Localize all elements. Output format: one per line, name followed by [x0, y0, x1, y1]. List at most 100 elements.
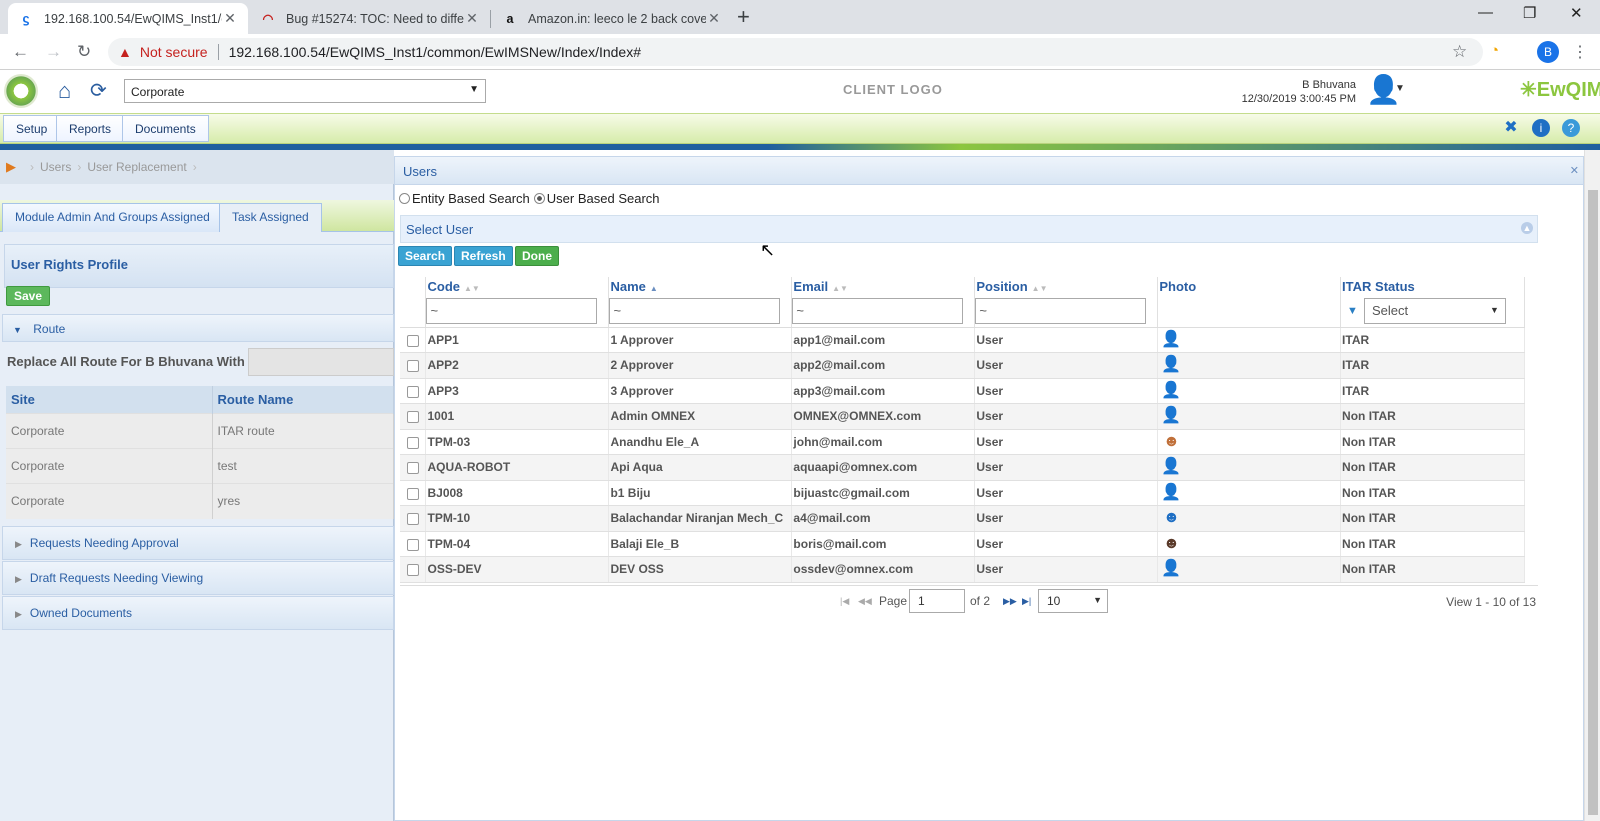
- owned-documents-accordion[interactable]: ▶ Owned Documents: [2, 596, 394, 630]
- url-omnibox[interactable]: ▲ Not secure 192.168.100.54/EwQIMS_Inst1…: [108, 38, 1483, 66]
- close-tab-icon[interactable]: ✕: [706, 10, 722, 27]
- entity-select[interactable]: Corporate ▼: [124, 79, 486, 103]
- row-checkbox[interactable]: [407, 538, 419, 551]
- column-code[interactable]: Code ▲▼: [425, 277, 610, 295]
- email-filter-input[interactable]: [792, 297, 964, 324]
- default-avatar-icon: 👤: [1161, 560, 1182, 578]
- dropdown-arrow-icon: ▼: [1490, 304, 1499, 315]
- table-row[interactable]: APP3 3 Approver app3@mail.com User 👤 ITAR: [400, 378, 1525, 404]
- requests-needing-approval-accordion[interactable]: ▶ Requests Needing Approval: [2, 526, 394, 560]
- help-icon[interactable]: ?: [1562, 119, 1580, 137]
- bookmark-star-icon[interactable]: ☆: [1452, 42, 1467, 62]
- refresh-icon[interactable]: ⟳: [90, 78, 107, 103]
- row-checkbox[interactable]: [407, 487, 419, 500]
- scrollbar-thumb[interactable]: [1588, 190, 1598, 815]
- breadcrumb-home-icon[interactable]: ▶: [6, 159, 16, 175]
- tab-task-assigned[interactable]: Task Assigned: [219, 203, 322, 232]
- row-checkbox[interactable]: [407, 564, 419, 577]
- breadcrumb-user-replacement[interactable]: User Replacement: [87, 160, 186, 174]
- route-table: Site Route Name Corporate ITAR route Corp…: [6, 386, 394, 519]
- row-checkbox[interactable]: [407, 436, 419, 449]
- refresh-button[interactable]: Refresh: [454, 246, 513, 266]
- draft-requests-accordion[interactable]: ▶ Draft Requests Needing Viewing: [2, 561, 394, 595]
- user-search-label[interactable]: User Based Search: [547, 191, 660, 206]
- page-count: of 2: [970, 594, 991, 608]
- tab-module-admin[interactable]: Module Admin And Groups Assigned: [2, 203, 223, 232]
- first-page-icon[interactable]: |◀: [840, 596, 849, 607]
- row-checkbox[interactable]: [407, 462, 419, 475]
- browser-tab-bug[interactable]: ◠ Bug #15274: TOC: Need to differ ✕: [250, 3, 490, 34]
- page-number-input[interactable]: 1: [909, 589, 965, 613]
- table-row[interactable]: TPM-03 Anandhu Ele_A john@mail.com User ☻ Non…: [400, 429, 1525, 455]
- menu-setup[interactable]: Setup: [3, 115, 61, 142]
- column-position[interactable]: Position ▲▼: [974, 277, 1159, 295]
- route-row[interactable]: Corporate yres: [6, 483, 394, 519]
- route-accordion[interactable]: ▼ Route: [2, 314, 394, 342]
- entity-search-label[interactable]: Entity Based Search: [412, 191, 530, 206]
- column-email[interactable]: Email ▲▼: [791, 277, 976, 295]
- profile-avatar[interactable]: B: [1537, 41, 1559, 63]
- itar-status-filter-select[interactable]: Select ▼: [1363, 297, 1506, 324]
- table-row[interactable]: BJ008 b1 Biju bijuastc@gmail.com User 👤 Non I…: [400, 480, 1525, 506]
- person-photo-icon: ☻: [1162, 432, 1180, 450]
- collapse-icon[interactable]: ▲: [1521, 222, 1533, 234]
- table-row[interactable]: 1001 Admin OMNEX OMNEX@OMNEX.com User 👤 Non I…: [400, 403, 1525, 430]
- last-page-icon[interactable]: ▶|: [1022, 596, 1031, 607]
- table-row[interactable]: OSS-DEV DEV OSS ossdev@omnex.com User 👤 Non I…: [400, 556, 1525, 583]
- entity-search-radio[interactable]: [399, 193, 410, 204]
- rows-per-page-select[interactable]: 10 ▼: [1038, 589, 1108, 613]
- column-route-name[interactable]: Route Name: [212, 386, 394, 414]
- column-itar-status[interactable]: ITAR Status: [1340, 277, 1525, 295]
- row-checkbox[interactable]: [407, 385, 419, 398]
- table-row[interactable]: APP2 2 Approver app2@mail.com User 👤 ITAR: [400, 352, 1525, 379]
- select-user-header: Select User ▲: [400, 215, 1538, 243]
- search-button[interactable]: Search: [398, 246, 453, 266]
- breadcrumb-users[interactable]: Users: [40, 160, 71, 174]
- pin-icon[interactable]: ✖: [1502, 119, 1520, 137]
- close-window-button[interactable]: ✕: [1570, 4, 1583, 22]
- browser-menu-icon[interactable]: ⋮: [1572, 42, 1588, 62]
- browser-tab-amazon[interactable]: a Amazon.in: leeco le 2 back cover ✕: [492, 3, 732, 34]
- row-checkbox[interactable]: [407, 513, 419, 526]
- prev-page-icon[interactable]: ◀◀: [858, 596, 872, 607]
- row-checkbox[interactable]: [407, 360, 419, 373]
- forward-icon[interactable]: →: [45, 42, 62, 62]
- route-row[interactable]: Corporate ITAR route: [6, 413, 394, 449]
- user-search-radio[interactable]: [533, 193, 545, 204]
- user-avatar-icon[interactable]: 👤: [1366, 73, 1401, 105]
- column-photo[interactable]: Photo: [1157, 277, 1342, 295]
- menu-documents[interactable]: Documents: [122, 115, 209, 142]
- home-icon[interactable]: ⌂: [58, 78, 71, 104]
- restore-window-button[interactable]: ❐: [1523, 4, 1536, 22]
- new-tab-button[interactable]: +: [737, 6, 750, 28]
- row-checkbox[interactable]: [407, 411, 419, 424]
- done-button[interactable]: Done: [515, 246, 559, 266]
- code-filter-input[interactable]: [426, 297, 598, 324]
- row-checkbox[interactable]: [407, 334, 419, 347]
- save-button[interactable]: Save: [6, 286, 50, 306]
- app-logo-icon[interactable]: [4, 74, 38, 108]
- info-icon[interactable]: i: [1532, 119, 1550, 137]
- table-row[interactable]: AQUA-ROBOT Api Aqua aquaapi@omnex.com User 👤…: [400, 454, 1525, 481]
- extension-icon[interactable]: ◔: [1490, 42, 1499, 59]
- table-row[interactable]: APP1 1 Approver app1@mail.com User 👤 ITAR: [400, 327, 1525, 353]
- route-row[interactable]: Corporate test: [6, 448, 394, 484]
- replace-route-input[interactable]: [248, 348, 394, 376]
- column-name[interactable]: Name ▲: [608, 277, 793, 295]
- user-menu-chevron-icon[interactable]: ▼: [1395, 83, 1405, 94]
- table-row[interactable]: TPM-04 Balaji Ele_B boris@mail.com User ☻ Non…: [400, 531, 1525, 557]
- table-row[interactable]: TPM-10 Balachandar Niranjan Mech_C a4@mail…: [400, 505, 1525, 532]
- next-page-icon[interactable]: ▶▶: [1003, 596, 1017, 607]
- browser-tab-ewqims[interactable]: ϛ 192.168.100.54/EwQIMS_Inst1/co ✕: [8, 3, 248, 34]
- close-panel-icon[interactable]: ✕: [1570, 164, 1579, 177]
- minimize-window-button[interactable]: —: [1478, 4, 1493, 21]
- back-icon[interactable]: ←: [12, 42, 29, 62]
- menu-reports[interactable]: Reports: [56, 115, 125, 142]
- close-tab-icon[interactable]: ✕: [464, 10, 480, 27]
- name-filter-input[interactable]: [609, 297, 781, 324]
- position-filter-input[interactable]: [975, 297, 1147, 324]
- column-site[interactable]: Site: [6, 386, 213, 414]
- page-scrollbar[interactable]: [1584, 150, 1600, 821]
- close-tab-icon[interactable]: ✕: [222, 10, 238, 27]
- reload-icon[interactable]: ↻: [77, 42, 91, 62]
